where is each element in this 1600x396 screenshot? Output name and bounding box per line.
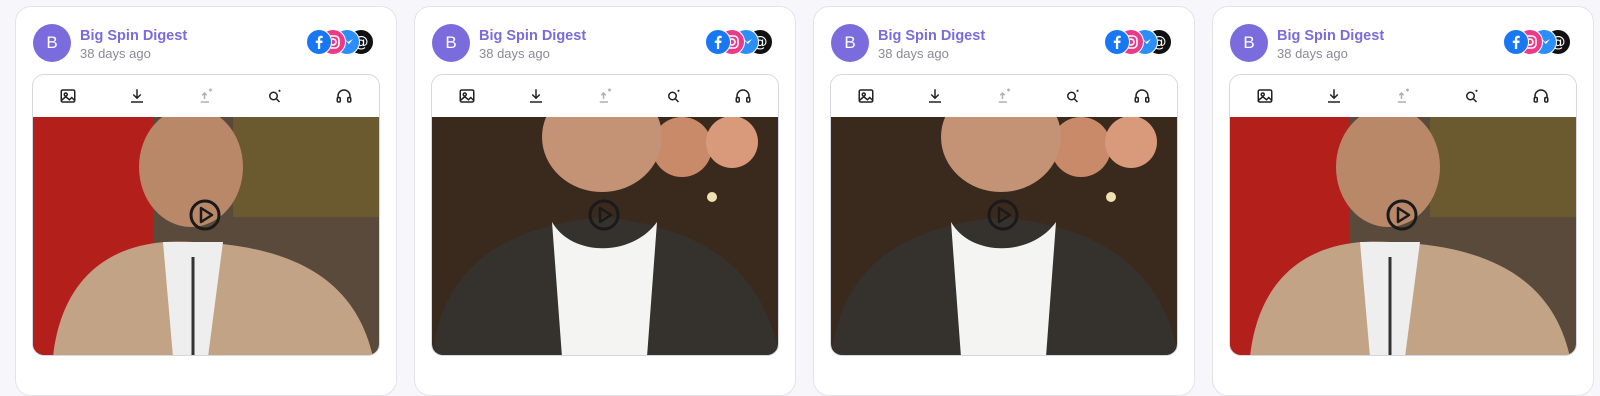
search-magic-icon[interactable]	[1059, 82, 1087, 110]
download-icon[interactable]	[522, 82, 550, 110]
video-thumbnail[interactable]	[432, 117, 778, 355]
headphones-icon[interactable]	[330, 82, 358, 110]
media-toolbar	[831, 75, 1177, 118]
facebook-icon[interactable]	[705, 29, 731, 55]
post-card: B Big Spin Digest 38 days ago @	[15, 6, 397, 396]
social-platforms: @	[1503, 29, 1571, 55]
media-panel	[1229, 74, 1577, 356]
post-timestamp: 38 days ago	[479, 46, 550, 61]
download-icon[interactable]	[123, 82, 151, 110]
play-button[interactable]	[986, 198, 1020, 232]
upload-disabled-icon	[990, 82, 1018, 110]
headphones-icon[interactable]	[1527, 82, 1555, 110]
video-thumbnail[interactable]	[1230, 117, 1576, 355]
facebook-icon[interactable]	[1104, 29, 1130, 55]
media-toolbar	[33, 75, 379, 118]
image-icon[interactable]	[852, 82, 880, 110]
media-panel	[431, 74, 779, 356]
post-timestamp: 38 days ago	[80, 46, 151, 61]
avatar[interactable]: B	[33, 24, 71, 62]
avatar[interactable]: B	[831, 24, 869, 62]
headphones-icon[interactable]	[729, 82, 757, 110]
social-platforms: @	[705, 29, 773, 55]
upload-disabled-icon	[591, 82, 619, 110]
author-name[interactable]: Big Spin Digest	[1277, 28, 1384, 44]
thumbnail-image	[33, 117, 379, 355]
search-magic-icon[interactable]	[660, 82, 688, 110]
media-toolbar	[1230, 75, 1576, 118]
avatar[interactable]: B	[432, 24, 470, 62]
facebook-icon[interactable]	[1503, 29, 1529, 55]
media-toolbar	[432, 75, 778, 118]
upload-disabled-icon	[1389, 82, 1417, 110]
search-magic-icon[interactable]	[1458, 82, 1486, 110]
search-magic-icon[interactable]	[261, 82, 289, 110]
download-icon[interactable]	[1320, 82, 1348, 110]
image-icon[interactable]	[453, 82, 481, 110]
video-thumbnail[interactable]	[33, 117, 379, 355]
author-name[interactable]: Big Spin Digest	[80, 28, 187, 44]
download-icon[interactable]	[921, 82, 949, 110]
post-card: B Big Spin Digest 38 days ago @	[414, 6, 796, 396]
post-timestamp: 38 days ago	[1277, 46, 1348, 61]
author-name[interactable]: Big Spin Digest	[878, 28, 985, 44]
video-thumbnail[interactable]	[831, 117, 1177, 355]
avatar[interactable]: B	[1230, 24, 1268, 62]
media-panel	[32, 74, 380, 356]
play-button[interactable]	[188, 198, 222, 232]
author-name[interactable]: Big Spin Digest	[479, 28, 586, 44]
social-platforms: @	[1104, 29, 1172, 55]
post-card: B Big Spin Digest 38 days ago @	[1212, 6, 1594, 396]
social-platforms: @	[306, 29, 374, 55]
image-icon[interactable]	[1251, 82, 1279, 110]
thumbnail-image	[432, 117, 778, 355]
thumbnail-image	[831, 117, 1177, 355]
play-button[interactable]	[587, 198, 621, 232]
headphones-icon[interactable]	[1128, 82, 1156, 110]
post-timestamp: 38 days ago	[878, 46, 949, 61]
upload-disabled-icon	[192, 82, 220, 110]
thumbnail-image	[1230, 117, 1576, 355]
media-panel	[830, 74, 1178, 356]
image-icon[interactable]	[54, 82, 82, 110]
play-button[interactable]	[1385, 198, 1419, 232]
facebook-icon[interactable]	[306, 29, 332, 55]
post-card: B Big Spin Digest 38 days ago @	[813, 6, 1195, 396]
